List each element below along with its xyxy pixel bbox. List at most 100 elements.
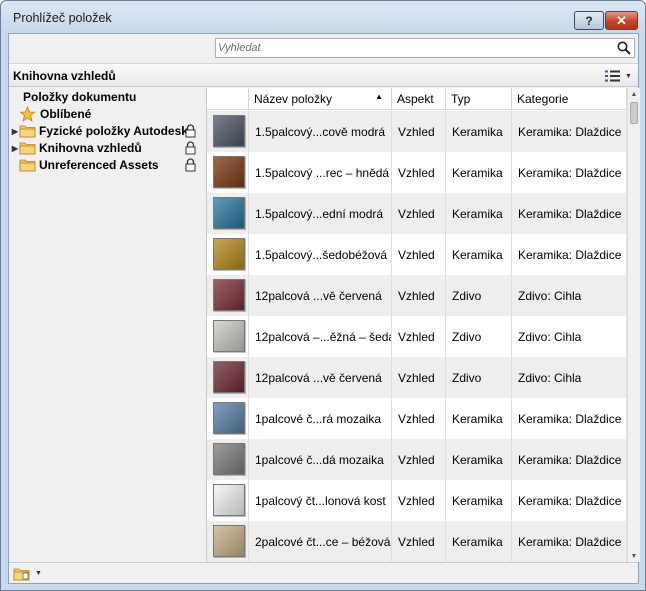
cell-name: 1.5palcový...šedobéžová <box>249 234 392 275</box>
column-type-label: Typ <box>451 92 471 106</box>
cell-type: Keramika <box>446 152 512 193</box>
column-category-label: Kategorie <box>517 92 569 106</box>
cell-name: 12palcová ...vě červená <box>249 275 392 316</box>
cell-thumbnail <box>207 439 249 480</box>
tree-item-unreferenced-assets[interactable]: Unreferenced Assets <box>11 157 201 173</box>
cell-name: 1palcové č...rá mozaika <box>249 398 392 439</box>
cell-type: Keramika <box>446 111 512 152</box>
search-row <box>9 34 638 62</box>
cell-type: Keramika <box>446 193 512 234</box>
scroll-up-arrow-icon[interactable]: ▲ <box>628 88 640 100</box>
scrollbar-thumb[interactable] <box>630 102 638 124</box>
tree-item-label: Knihovna vzhledů <box>39 141 142 155</box>
cell-aspect: Vzhled <box>392 480 446 521</box>
table-row[interactable]: 1.5palcový...ední modrá Vzhled Keramika Ker… <box>207 193 627 234</box>
window-title: Prohlížeč položek <box>13 11 112 25</box>
cell-type: Keramika <box>446 398 512 439</box>
table-row[interactable]: 2palcové čt...ce – béžová Vzhled Keramika K… <box>207 521 627 562</box>
folder-library-icon <box>13 568 30 580</box>
favorites-label: Oblíbené <box>40 107 92 121</box>
table-row[interactable]: 12palcová –...ěžná – šedá Vzhled Zdivo Zdiv… <box>207 316 627 357</box>
help-button[interactable]: ? <box>574 11 604 30</box>
tree-item-label: Fyzické položky Autodesk <box>39 124 188 138</box>
cell-type: Keramika <box>446 439 512 480</box>
cell-category: Keramika: Dlaždice <box>512 193 627 234</box>
material-swatch-icon <box>213 320 245 352</box>
table-row[interactable]: 1.5palcový...šedobéžová Vzhled Keramika Ker… <box>207 234 627 275</box>
search-box[interactable] <box>215 38 635 58</box>
material-swatch-icon <box>213 156 245 188</box>
table-row[interactable]: 1palcové č...dá mozaika Vzhled Keramika Ker… <box>207 439 627 480</box>
star-icon <box>19 106 36 122</box>
library-tree: Položky dokumentu Oblíbené ▶ Fyzické pol… <box>9 88 206 562</box>
close-button[interactable]: ✕ <box>605 11 638 30</box>
lock-icon <box>185 158 196 172</box>
column-thumbnail[interactable] <box>207 88 249 110</box>
cell-name: 2palcové čt...ce – béžová <box>249 521 392 562</box>
material-swatch-icon <box>213 525 245 557</box>
table-row[interactable]: 1.5palcový...cově modrá Vzhled Keramika Ker… <box>207 111 627 152</box>
table-row[interactable]: 12palcová ...vě červená Vzhled Zdivo Zdivo:… <box>207 275 627 316</box>
tree-item-appearance-library[interactable]: ▶ Knihovna vzhledů <box>11 140 201 156</box>
cell-name: 1palcový čt...lonová kost <box>249 480 392 521</box>
tree-root-label: Položky dokumentu <box>23 90 137 104</box>
tree-item-autodesk-physical[interactable]: ▶ Fyzické položky Autodesk <box>11 123 201 139</box>
expand-arrow-icon[interactable]: ▶ <box>11 123 19 139</box>
material-swatch-icon <box>213 115 245 147</box>
folder-icon <box>19 142 36 155</box>
cell-aspect: Vzhled <box>392 398 446 439</box>
cell-type: Zdivo <box>446 357 512 398</box>
search-input[interactable] <box>218 40 608 56</box>
column-header-aspect[interactable]: Aspekt <box>392 88 446 110</box>
cell-thumbnail <box>207 152 249 193</box>
manage-library-button[interactable]: ▼ <box>13 566 43 581</box>
material-swatch-icon <box>213 279 245 311</box>
cell-aspect: Vzhled <box>392 439 446 480</box>
bottom-toolbar: ▼ <box>9 562 638 583</box>
material-swatch-icon <box>213 402 245 434</box>
title-bar[interactable]: Prohlížeč položek ? ✕ <box>1 1 645 33</box>
cell-thumbnail <box>207 234 249 275</box>
cell-aspect: Vzhled <box>392 152 446 193</box>
table-row[interactable]: 1palcové č...rá mozaika Vzhled Keramika Ker… <box>207 398 627 439</box>
cell-thumbnail <box>207 275 249 316</box>
lock-icon <box>185 124 196 138</box>
table-row[interactable]: 1.5palcový ...rec – hnědá Vzhled Keramika K… <box>207 152 627 193</box>
vertical-scrollbar[interactable]: ▲ ▼ <box>627 88 640 562</box>
cell-category: Zdivo: Cihla <box>512 357 627 398</box>
view-options-button[interactable]: ▼ <box>604 68 632 84</box>
folder-icon <box>19 159 36 172</box>
table-row[interactable]: 1palcový čt...lonová kost Vzhled Keramika K… <box>207 480 627 521</box>
cell-aspect: Vzhled <box>392 275 446 316</box>
column-header-name[interactable]: Název položky ▲ <box>249 88 392 110</box>
material-swatch-icon <box>213 484 245 516</box>
grid-rows: 1.5palcový...cově modrá Vzhled Keramika Ker… <box>207 111 627 562</box>
tree-root-document-items[interactable]: Položky dokumentu <box>23 89 136 105</box>
material-swatch-icon <box>213 197 245 229</box>
cell-aspect: Vzhled <box>392 357 446 398</box>
material-swatch-icon <box>213 238 245 270</box>
cell-aspect: Vzhled <box>392 316 446 357</box>
cell-name: 1palcové č...dá mozaika <box>249 439 392 480</box>
cell-aspect: Vzhled <box>392 193 446 234</box>
table-row[interactable]: 12palcová ...vě červená Vzhled Zdivo Zdivo:… <box>207 357 627 398</box>
cell-thumbnail <box>207 521 249 562</box>
cell-name: 1.5palcový ...rec – hnědá <box>249 152 392 193</box>
search-icon[interactable] <box>616 40 632 56</box>
cell-type: Zdivo <box>446 275 512 316</box>
material-swatch-icon <box>213 443 245 475</box>
chevron-down-icon: ▼ <box>625 72 632 80</box>
cell-thumbnail <box>207 398 249 439</box>
column-header-category[interactable]: Kategorie <box>512 88 627 110</box>
column-aspect-label: Aspekt <box>397 92 434 106</box>
tree-item-favorites[interactable]: Oblíbené <box>19 106 91 122</box>
tree-item-label: Unreferenced Assets <box>39 158 159 172</box>
scroll-down-arrow-icon[interactable]: ▼ <box>628 550 640 562</box>
expand-arrow-icon[interactable]: ▶ <box>11 140 19 156</box>
grid-header: Název položky ▲ Aspekt Typ Kategorie <box>207 88 627 110</box>
sort-ascending-icon: ▲ <box>375 92 383 101</box>
cell-category: Keramika: Dlaždice <box>512 234 627 275</box>
cell-thumbnail <box>207 111 249 152</box>
cell-category: Zdivo: Cihla <box>512 316 627 357</box>
column-header-type[interactable]: Typ <box>446 88 512 110</box>
